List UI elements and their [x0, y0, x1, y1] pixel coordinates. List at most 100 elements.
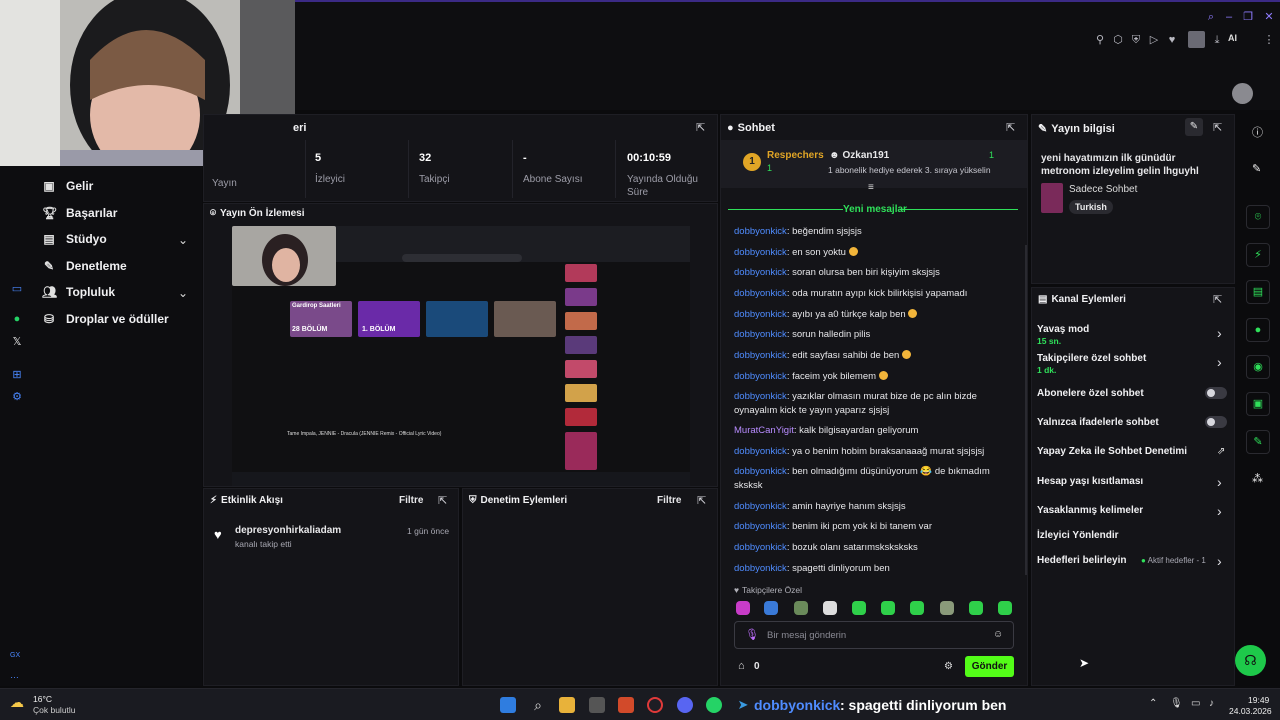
file-explorer-icon[interactable]: [559, 697, 575, 713]
chevron-right-icon[interactable]: ›: [1217, 474, 1222, 490]
ai-label[interactable]: AI: [1228, 33, 1237, 43]
telegram-icon[interactable]: ➤: [735, 697, 751, 713]
chevron-right-icon[interactable]: ›: [1217, 325, 1222, 341]
chat-scrollbar[interactable]: [1025, 245, 1027, 575]
sidebar-item-studyo[interactable]: ▤ Stüdyo: [42, 229, 192, 249]
sidebar-item-denetleme[interactable]: ✎ Denetleme: [42, 256, 127, 276]
ai-moderation-row[interactable]: Yapay Zeka ile Sohbet Denetimi: [1037, 446, 1187, 457]
popout-icon[interactable]: ⇱: [696, 121, 705, 134]
menu-icon[interactable]: ⋮: [1262, 33, 1276, 47]
emote-icon[interactable]: [998, 601, 1012, 615]
whatsapp-icon[interactable]: [706, 697, 722, 713]
close-icon[interactable]: ✕: [1262, 10, 1276, 24]
whatsapp-icon[interactable]: ●: [10, 313, 24, 327]
emote-icon[interactable]: [881, 601, 895, 615]
popout-icon[interactable]: ⇱: [1006, 121, 1015, 134]
chevron-right-icon[interactable]: ›: [1217, 354, 1222, 370]
goals-row[interactable]: Hedefleri belirleyin: [1037, 555, 1126, 566]
windows-start-icon[interactable]: [500, 697, 516, 713]
search-icon[interactable]: ⌕: [530, 697, 546, 713]
more-icon[interactable]: …: [10, 670, 19, 680]
heart-icon[interactable]: ♥: [1165, 33, 1179, 47]
profile-avatar[interactable]: [1188, 31, 1205, 48]
followers-only-row[interactable]: Takipçilere özel sohbet 1 dk.: [1037, 353, 1146, 375]
share-icon[interactable]: ⁂: [1252, 472, 1263, 485]
x-icon[interactable]: 𝕏: [10, 335, 24, 349]
popout-icon[interactable]: ⇱: [697, 494, 706, 507]
emotes-only-toggle[interactable]: [1205, 416, 1227, 428]
settings-icon[interactable]: ⚙: [10, 390, 24, 404]
play-icon[interactable]: ▷: [1147, 33, 1161, 47]
pinned-user[interactable]: ☻ Ozkan191: [829, 150, 889, 161]
collapse-icon[interactable]: ≡: [868, 182, 874, 193]
activity-filter-button[interactable]: Filtre: [399, 495, 423, 506]
settings-icon[interactable]: ⚙: [944, 661, 953, 672]
chevron-right-icon[interactable]: ›: [1217, 503, 1222, 519]
microphone-icon[interactable]: 🎙︎: [745, 628, 759, 641]
sidebar-item-topluluk[interactable]: 👥︎ Topluluk: [42, 282, 115, 302]
app-icon[interactable]: [618, 697, 634, 713]
restore-icon[interactable]: ❐: [1241, 10, 1255, 24]
pencil-icon[interactable]: ✎: [1252, 162, 1261, 175]
camera-icon[interactable]: ⌾: [1246, 205, 1270, 229]
network-icon[interactable]: ▭: [1191, 698, 1200, 709]
emote-icon[interactable]: [823, 601, 837, 615]
search-icon[interactable]: ⌕: [1204, 10, 1218, 24]
external-link-icon[interactable]: ⇗: [1217, 446, 1225, 457]
emote-icon[interactable]: [969, 601, 983, 615]
sidebar-item-gelir[interactable]: ▣ Gelir: [42, 176, 93, 196]
stream-preview[interactable]: Gardirop Saatleri 28 BÖLÜM 1. BÖLÜM Tame…: [232, 226, 690, 486]
chevron-up-icon[interactable]: ⌃: [1149, 698, 1157, 709]
pinned-user[interactable]: Respechers: [767, 150, 824, 161]
clock-date[interactable]: 24.03.2026: [1229, 706, 1272, 716]
grid-icon[interactable]: ⊞: [10, 368, 24, 382]
chat-icon[interactable]: ●: [1246, 318, 1270, 342]
store-icon[interactable]: ⌂: [738, 660, 745, 672]
clock-time[interactable]: 19:49: [1248, 695, 1269, 705]
emote-icon[interactable]: [764, 601, 778, 615]
gamepad-icon[interactable]: ▭: [10, 282, 24, 296]
account-age-row[interactable]: Hesap yaşı kısıtlaması: [1037, 476, 1143, 487]
broadcast-icon[interactable]: ◉: [1246, 355, 1270, 379]
user-avatar[interactable]: [1232, 83, 1253, 104]
emote-icon[interactable]: [910, 601, 924, 615]
layout-icon[interactable]: ▣: [1246, 392, 1270, 416]
popout-icon[interactable]: ⇱: [438, 494, 447, 507]
host-row[interactable]: İzleyici Yönlendir: [1037, 530, 1119, 541]
app-icon[interactable]: [589, 697, 605, 713]
emoji-picker-icon[interactable]: ☺: [993, 629, 1003, 640]
slow-mode-row[interactable]: Yavaş mod 15 sn.: [1037, 324, 1089, 346]
chat-title: ● Sohbet: [727, 122, 775, 134]
edit-icon[interactable]: ✎: [1185, 118, 1203, 136]
document-icon[interactable]: ▤: [1246, 280, 1270, 304]
download-icon[interactable]: ⤓: [1210, 33, 1224, 47]
emote-icon[interactable]: [736, 601, 750, 615]
support-button[interactable]: ☊: [1235, 645, 1266, 676]
emote-icon[interactable]: [852, 601, 866, 615]
bolt-icon[interactable]: ⚡︎: [1246, 243, 1270, 267]
minimize-icon[interactable]: –: [1222, 10, 1236, 24]
banned-words-row[interactable]: Yasaklanmış kelimeler: [1037, 505, 1143, 516]
emote-icon[interactable]: [940, 601, 954, 615]
shield-icon[interactable]: ⛨: [1129, 33, 1143, 47]
popout-icon[interactable]: ⇱: [1213, 293, 1222, 306]
moderation-filter-button[interactable]: Filtre: [657, 495, 681, 506]
popout-icon[interactable]: ⇱: [1213, 121, 1222, 134]
volume-icon[interactable]: ♪: [1209, 698, 1214, 709]
pin-icon[interactable]: ⚲: [1093, 33, 1107, 47]
subscribers-only-toggle[interactable]: [1205, 387, 1227, 399]
category-name[interactable]: Sadece Sohbet: [1069, 184, 1137, 195]
info-icon[interactable]: ⓘ: [1252, 124, 1263, 140]
sidebar-item-basarilar[interactable]: 🏆︎ Başarılar: [42, 203, 117, 223]
chevron-down-icon[interactable]: ⌄: [178, 286, 188, 300]
cube-icon[interactable]: ⬡: [1111, 33, 1125, 47]
emote-icon[interactable]: [794, 601, 808, 615]
microphone-icon[interactable]: 🎙︎: [1170, 698, 1183, 709]
send-button[interactable]: Gönder: [965, 656, 1014, 677]
sidebar-item-droplar[interactable]: ⛁ Droplar ve ödüller: [42, 309, 169, 329]
opera-gx-icon[interactable]: [647, 697, 663, 713]
wrench-icon[interactable]: ✎: [1246, 430, 1270, 454]
chevron-right-icon[interactable]: ›: [1217, 553, 1222, 569]
chevron-down-icon[interactable]: ⌄: [178, 233, 188, 247]
discord-icon[interactable]: [677, 697, 693, 713]
